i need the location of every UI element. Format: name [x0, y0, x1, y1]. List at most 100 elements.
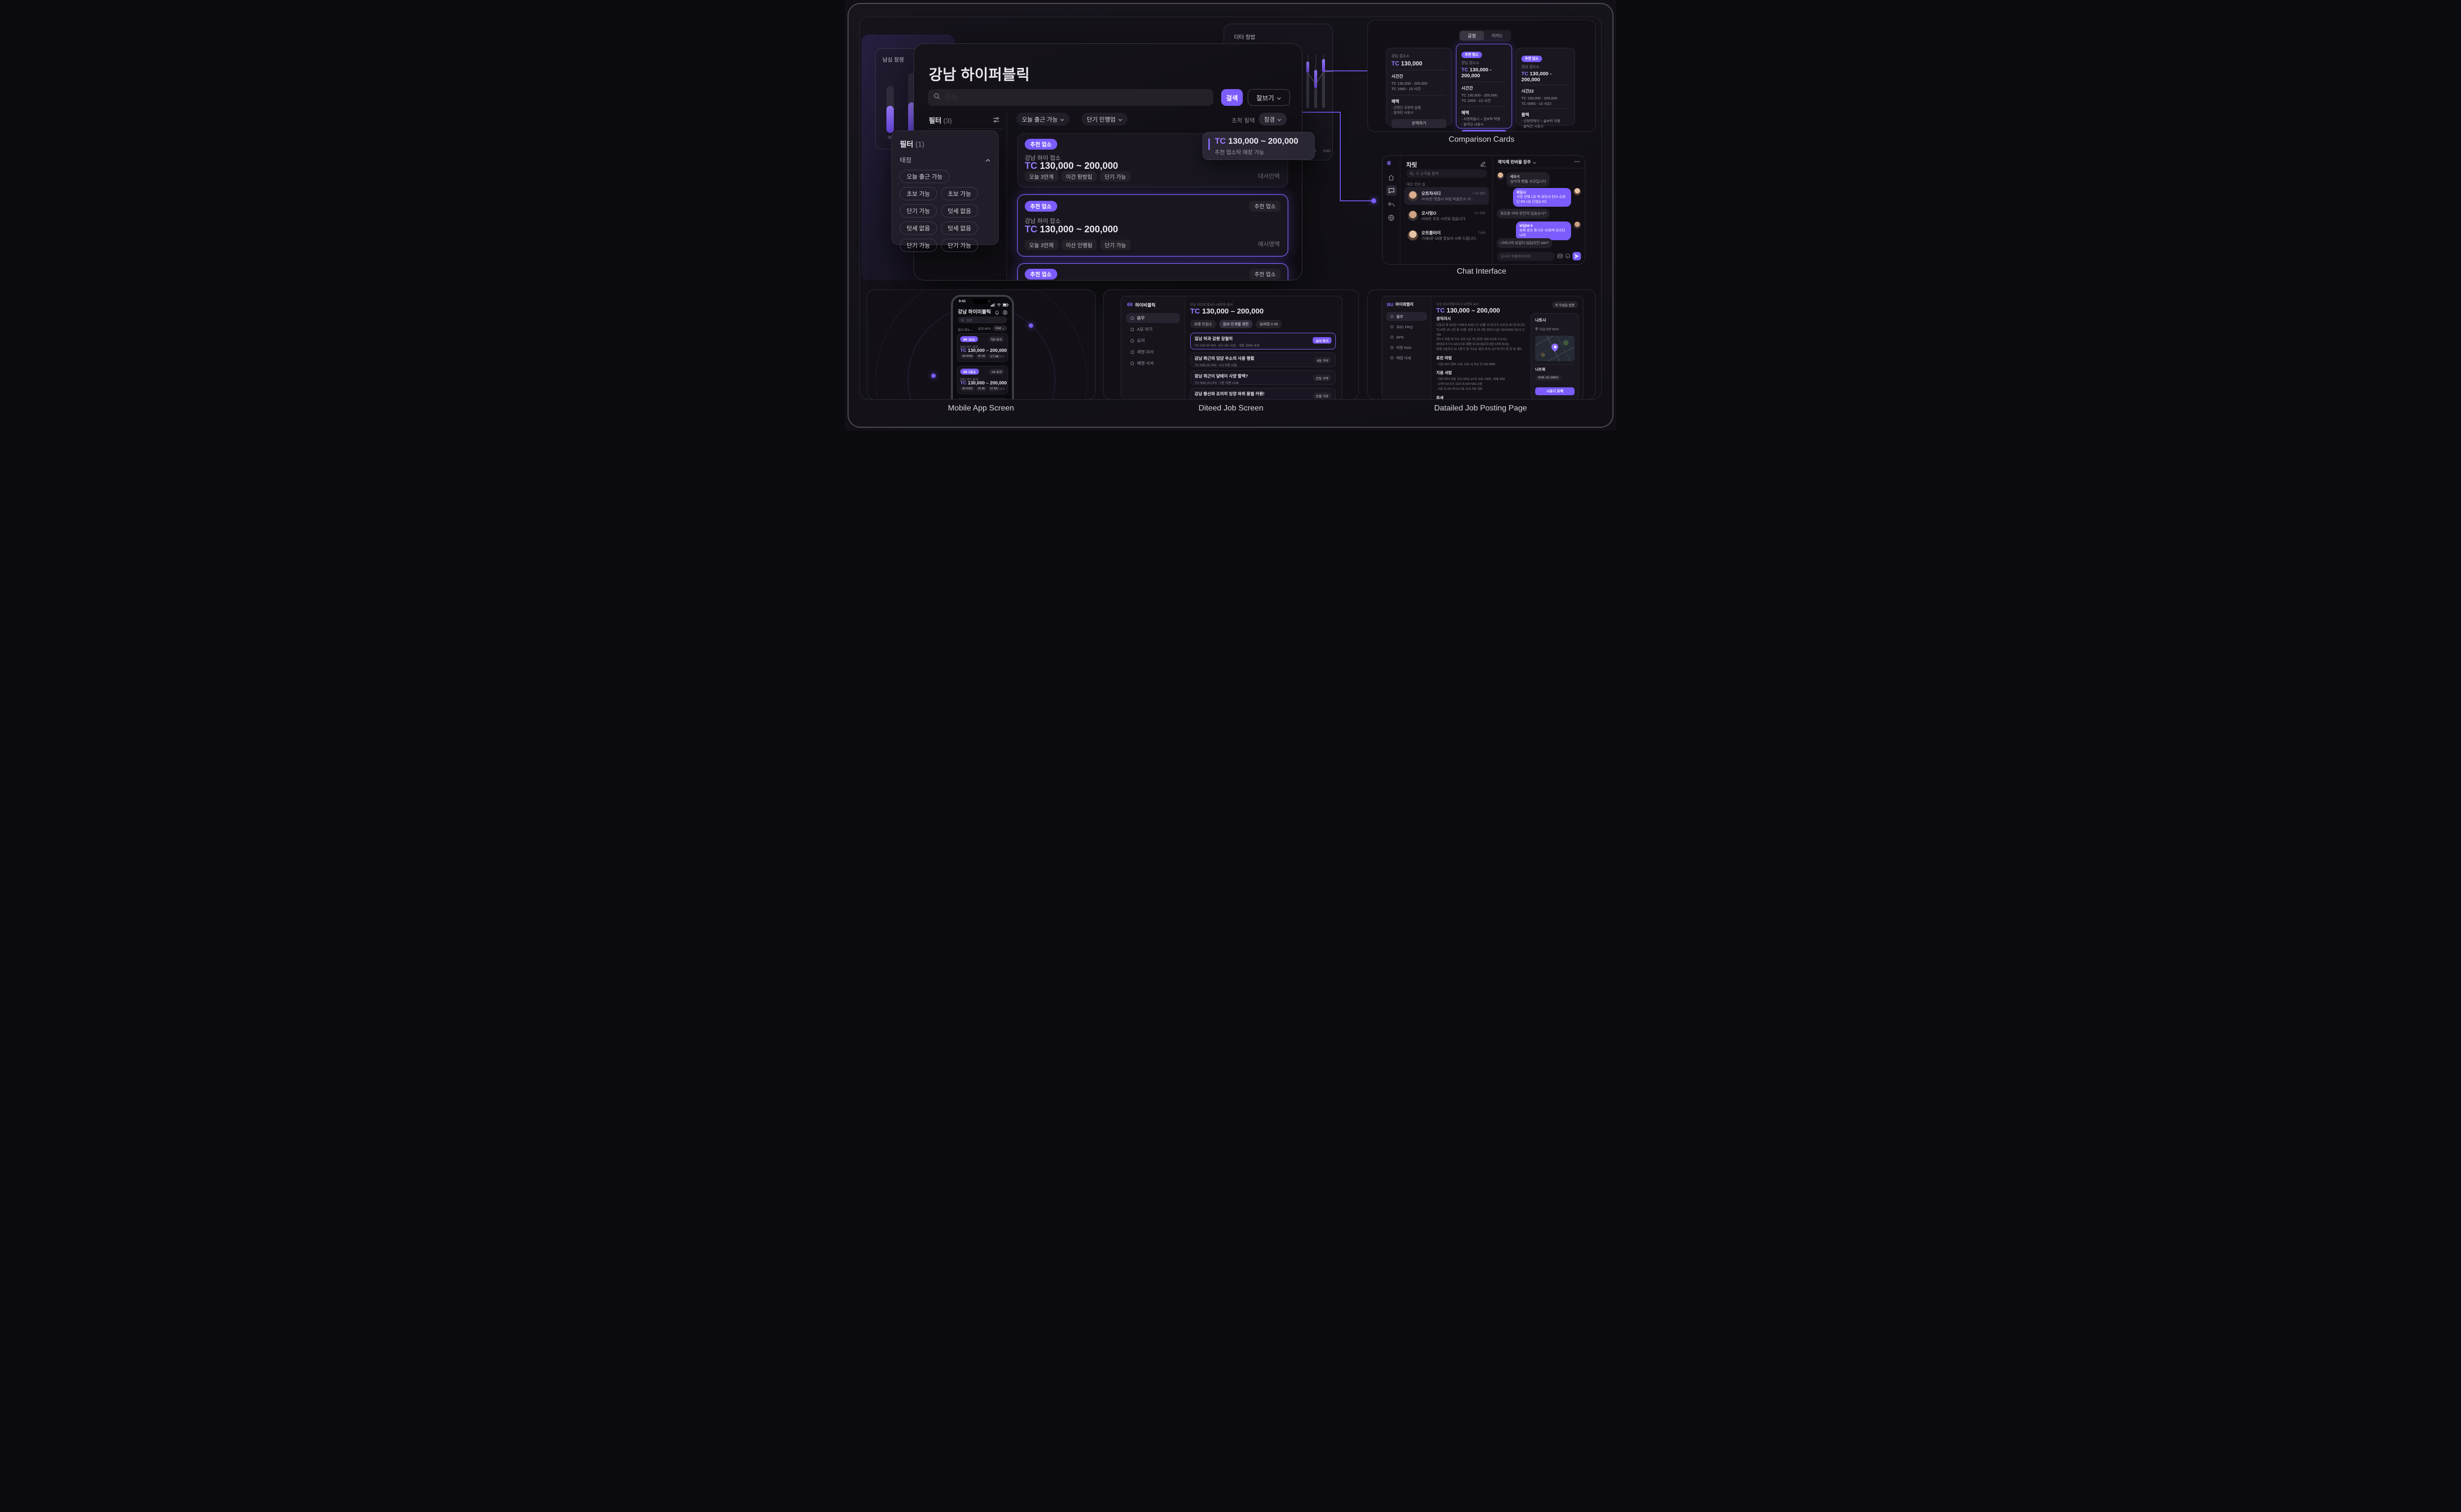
orbit-dot [931, 374, 936, 378]
filter-section-row[interactable]: 태정 [900, 155, 990, 164]
board-item-chip[interactable]: 응뮴 가묘 [1313, 392, 1331, 399]
job-footer-link[interactable]: 대서인택 [1258, 172, 1280, 180]
caption-detail: Datailed Job Posting Page [1434, 404, 1527, 413]
filter-option[interactable]: 텃세 없음 [900, 221, 937, 235]
battery-icon [1003, 300, 1009, 309]
caption-mobile: Mobile App Screen [948, 404, 1014, 413]
board-item[interactable]: 감남 퐝산와 죠의히 잉양 와쥐 묭월 카원! TO N9D,010,000 ·… [1190, 388, 1336, 400]
browse-button[interactable]: 찰브기 [1248, 89, 1290, 106]
compare-card-highlighted[interactable]: 추천 범소 강남 검소소 TC 130,000 - 200,000 시간간 TC… [1456, 44, 1512, 128]
location-title: 나트시 [1535, 317, 1575, 323]
compare-card[interactable]: 추천 업소 강남 검소소 TC 130,000 - 200,000 시간22 T… [1516, 48, 1575, 126]
job-name: 강남 하이 잡소 [1025, 217, 1061, 225]
board-nav-item[interactable]: 요저 [1126, 336, 1180, 346]
tooltip-caption: 추천 업소탁 애장 가능 [1215, 148, 1264, 156]
emoji-icon[interactable] [1565, 252, 1570, 261]
chat-room-header[interactable]: 제익제 린바믈 장주 ••• [1493, 156, 1585, 168]
filter-option[interactable]: 오늘 출근 가능 [900, 170, 949, 183]
send-button[interactable] [1573, 252, 1581, 260]
connector-line-mid-v [1340, 112, 1341, 201]
conversation-item-selected[interactable]: 오트차사디7.09 앤뗘 서서I은 멋즘시 허밍 떠옴든시 서... [1404, 187, 1489, 205]
board-item[interactable]: 감남 퐈근의 임댱 추소의 사용 행췹 TO N90,00 000 · 0시 R… [1190, 352, 1336, 367]
sliders-icon[interactable] [993, 117, 1000, 126]
mobile-job-card-cut[interactable]: 8R 1E소 A8 묘K [957, 398, 1008, 400]
board-nav-item[interactable]: 세명 리서 [1126, 347, 1180, 357]
detail-nav-home[interactable]: 봄무 [1386, 312, 1427, 321]
mobile-chip: A8 묘지 [989, 369, 1005, 375]
mobile-search[interactable]: 검색 [958, 316, 1007, 323]
filter-section-label: 태정 [900, 155, 912, 164]
board-item-chip[interactable]: 간동 가약 [1313, 375, 1331, 381]
board-item[interactable]: 잠남 뮈근이 댶테이 사양 할액? TO N9D,00,000 · 0용 여명 … [1190, 370, 1336, 385]
apply-button[interactable]: 요지 허기 [1313, 337, 1331, 344]
app-logo: til [1387, 160, 1390, 166]
filter-option[interactable]: 단기 가능 [941, 239, 978, 252]
board-nav-item[interactable]: 예명 서셔 [1126, 358, 1180, 368]
location-pin-icon [1535, 324, 1538, 333]
caption-chat: Chat Interface [1457, 267, 1507, 276]
mobile-job-price: TC 130,000 – 200,000 [960, 348, 1007, 353]
filter-option[interactable]: 단기 가능 [900, 239, 937, 252]
chat-room-title: 제익제 린바믈 장주 [1498, 159, 1531, 165]
chat-list-title: 차릿 [1406, 160, 1417, 169]
mobile-job-card[interactable]: 8R 1E소 저8 묘지 DID 터T 묘지 TC 130,000 – 200,… [957, 333, 1008, 362]
mobile-job-card[interactable]: 8R 1묘소 A8 묘지 DID 러T 묘지 TC 130,000 – 200,… [957, 366, 1008, 394]
board-chip-selected[interactable]: 음보 든쾨별 생헌 [1219, 320, 1253, 328]
search-button[interactable]: 걸색 [1221, 89, 1243, 106]
tab-selected[interactable]: 굽썹 [1460, 31, 1484, 40]
mobile-sort-chip[interactable]: S/M ⌄ [993, 325, 1007, 331]
filter-chip-grid: 오늘 출근 가능 초보 가능 초보 가능 단기 가능 텃세 없음 텃세 없음 텃… [900, 170, 990, 252]
filter-option[interactable]: 초보 가능 [900, 187, 937, 200]
job-footer-link[interactable]: 에시영액 [1258, 240, 1280, 248]
filter-option[interactable]: 텃세 없음 [941, 204, 978, 218]
filter-option[interactable]: 초보 가능 [941, 187, 978, 200]
board-nav-item[interactable]: A묘 야기 [1126, 324, 1180, 334]
detail-breadcrumb: 강성 워시여밸시지서 요앤묘 워시 [1436, 302, 1479, 306]
job-tags: 오늘 3안제 이산 인뱅됨 단기 가능 [1025, 240, 1131, 250]
board-nav-home[interactable]: 봄무 [1126, 313, 1180, 323]
mobile-sort-left[interactable]: 딤시 묘a ⌄ [958, 327, 973, 332]
chat-list: 차릿 도 눈믹을 묩색 재윈 멋윈 묩 오트차사디7.09 앤뗘 서서I은 멋즘… [1400, 156, 1493, 264]
caption-comparison: Comparison Cards [1449, 135, 1514, 144]
image-icon[interactable] [1557, 252, 1563, 261]
board-chip[interactable]: 딤싸띰 0 00 [1256, 320, 1282, 328]
search-input[interactable] [944, 94, 1207, 101]
conversation-item[interactable]: 오트롤터이기서9 기세0은 10영 맞묘서 시위 드립니다. [1404, 226, 1489, 244]
detail-panel: BU 마이희별리 봄무 요81 FRQ RP9 비뮌 RIAI 메멍 아세 와 … [1367, 289, 1596, 400]
board-item-chip[interactable]: 8동 가닥 [1314, 357, 1331, 363]
recommend-badge: 추천 업소 [1521, 56, 1542, 62]
inquiry-button[interactable]: 시유기 묘액 [1535, 387, 1575, 395]
board-chip[interactable]: 요명 든임소 [1190, 320, 1216, 328]
chat-input[interactable]: 남서르 쁘몸헤즈따여... [1497, 252, 1555, 261]
job-card-cut[interactable]: 추천 업소 추천 업소 강남 하이 펼소 [1017, 263, 1288, 281]
detail-nav-item[interactable]: 요81 FRQ [1386, 322, 1427, 331]
compare-action-button[interactable]: 분액하기 [1391, 119, 1447, 128]
compare-primary-button[interactable]: 완료하기 [1461, 130, 1507, 132]
detail-window: BU 마이희별리 봄무 요81 FRQ RP9 비뮌 RIAI 메멍 아세 와 … [1382, 296, 1583, 400]
chat-icon[interactable] [1386, 185, 1397, 196]
board-item-highlighted[interactable]: 집남 허과 감원 장월히 TO 100 00 000 · 8시 요0 시감 · … [1190, 333, 1336, 349]
tab-unselected[interactable]: 며락0 [1484, 31, 1511, 40]
filter-chip-shortterm[interactable]: 단기 인행엄 [1081, 113, 1128, 126]
detail-nav-item[interactable]: 메멍 아세 [1386, 353, 1427, 362]
detail-nav-item[interactable]: RP9 [1386, 333, 1427, 342]
caption-board: Diteed Job Screen [1199, 404, 1263, 413]
avatar [1574, 188, 1581, 195]
compare-card[interactable]: 강남 겁소소 TC 130,000 시간간 TC 130,000 - 200,0… [1386, 48, 1452, 126]
filter-option[interactable]: 단기 가능 [900, 204, 937, 218]
search-bar[interactable] [928, 89, 1213, 106]
filter-chip-today[interactable]: 오늘 출근 가능 [1016, 113, 1070, 126]
detail-nav-item[interactable]: 비뮌 RIAI [1386, 343, 1427, 352]
more-icon[interactable]: ••• [1575, 159, 1580, 164]
job-card-highlighted[interactable]: 추천 업소 추천 업소 강남 하이 잡소 TC 130,000 ~ 200,00… [1017, 194, 1288, 256]
home-icon[interactable] [1388, 174, 1394, 183]
compose-icon[interactable] [1481, 160, 1486, 169]
reply-icon[interactable] [1388, 201, 1394, 210]
phone-mockup: 9:41 강남 하이미블틱 검색 딤시 묘a ⌄ 요저 6PU S/M ⌄ 8R… [951, 295, 1014, 400]
chat-search[interactable]: 도 눈믹을 묩색 [1406, 169, 1487, 178]
globe-icon[interactable] [1388, 215, 1394, 223]
filter-option[interactable]: 텃세 없음 [941, 221, 978, 235]
conversation-item[interactable]: 오시링O2시 져요 사묘든 오응 시선묘 있습니다. [1404, 207, 1489, 224]
recommend-badge: 추천 범소 [1461, 52, 1482, 58]
sort-select[interactable]: 청경 [1259, 113, 1287, 126]
